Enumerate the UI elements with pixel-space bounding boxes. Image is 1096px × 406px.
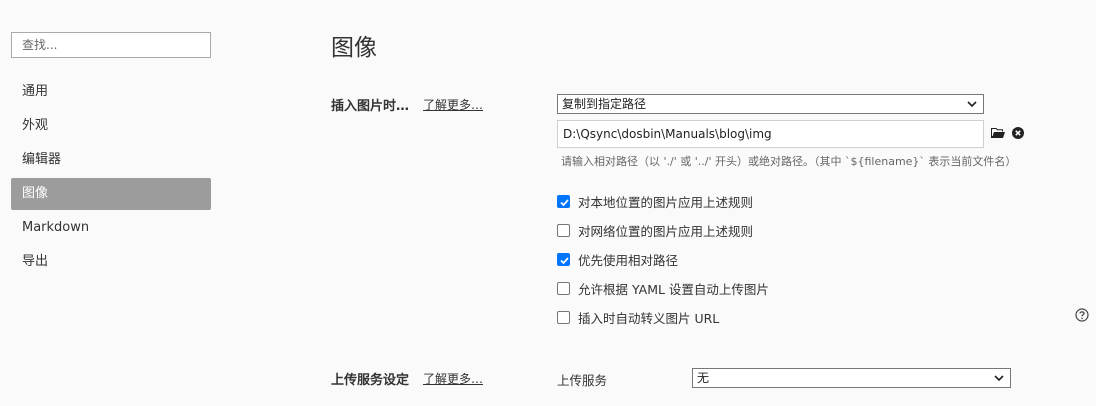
upload-learn-more-link[interactable]: 了解更多…: [423, 370, 483, 387]
preferences-window: 通用 外观 编辑器 图像 Markdown 导出 图像 插入图片时… 了解更多……: [0, 0, 1096, 406]
sidebar-item-export[interactable]: 导出: [11, 246, 211, 278]
option-escape-url[interactable]: 插入时自动转义图片 URL: [557, 309, 720, 326]
sidebar-item-appearance[interactable]: 外观: [11, 110, 211, 142]
option-local-images-label: 对本地位置的图片应用上述规则: [578, 194, 754, 210]
chevron-down-icon: [994, 375, 1004, 382]
option-local-images[interactable]: 对本地位置的图片应用上述规则: [557, 193, 754, 210]
option-yaml-upload[interactable]: 允许根据 YAML 设置自动上传图片: [557, 280, 769, 297]
sidebar-item-editor[interactable]: 编辑器: [11, 144, 211, 176]
checkbox-relative-path[interactable]: [557, 252, 570, 266]
search-input[interactable]: [11, 32, 211, 58]
chevron-down-icon: [967, 101, 977, 108]
checkbox-yaml-upload[interactable]: [557, 281, 570, 295]
help-icon[interactable]: [1075, 308, 1089, 322]
checkbox-local-images[interactable]: [557, 194, 570, 208]
upload-section-label: 上传服务设定: [331, 373, 410, 388]
sidebar-item-markdown[interactable]: Markdown: [11, 212, 211, 244]
page-title: 图像: [331, 35, 377, 61]
upload-service-select[interactable]: 无: [692, 368, 1011, 388]
option-relative-path-label: 优先使用相对路径: [578, 252, 679, 268]
option-yaml-upload-label: 允许根据 YAML 设置自动上传图片: [578, 281, 769, 297]
clear-icon[interactable]: [1012, 127, 1024, 139]
insert-action-select-value: 复制到指定路径: [562, 97, 647, 111]
checkmark-icon: [560, 198, 569, 206]
option-relative-path[interactable]: 优先使用相对路径: [557, 251, 679, 268]
image-path-value: D:\Qsync\dosbin\Manuals\blog\img: [563, 127, 772, 141]
sidebar-item-image[interactable]: 图像: [11, 178, 211, 210]
option-network-images-label: 对网络位置的图片应用上述规则: [578, 223, 754, 239]
checkmark-icon: [560, 256, 569, 264]
checkbox-escape-url[interactable]: [557, 310, 570, 324]
sidebar-nav: 通用 外观 编辑器 图像 Markdown 导出: [11, 76, 211, 280]
option-escape-url-label: 插入时自动转义图片 URL: [578, 310, 720, 326]
path-hint: 请输入相对路径（以 './' 或 '../' 开头）或绝对路径。（其中 `${f…: [561, 155, 1017, 168]
folder-icon[interactable]: [991, 127, 1005, 139]
image-path-field[interactable]: D:\Qsync\dosbin\Manuals\blog\img: [557, 120, 984, 148]
insert-section-label: 插入图片时…: [331, 99, 410, 114]
insert-action-select[interactable]: 复制到指定路径: [557, 94, 984, 114]
option-network-images[interactable]: 对网络位置的图片应用上述规则: [557, 222, 754, 239]
upload-service-label: 上传服务: [557, 373, 608, 388]
checkbox-network-images[interactable]: [557, 223, 570, 237]
sidebar-item-general[interactable]: 通用: [11, 76, 211, 108]
upload-service-select-value: 无: [697, 371, 710, 385]
insert-learn-more-link[interactable]: 了解更多…: [423, 96, 483, 113]
